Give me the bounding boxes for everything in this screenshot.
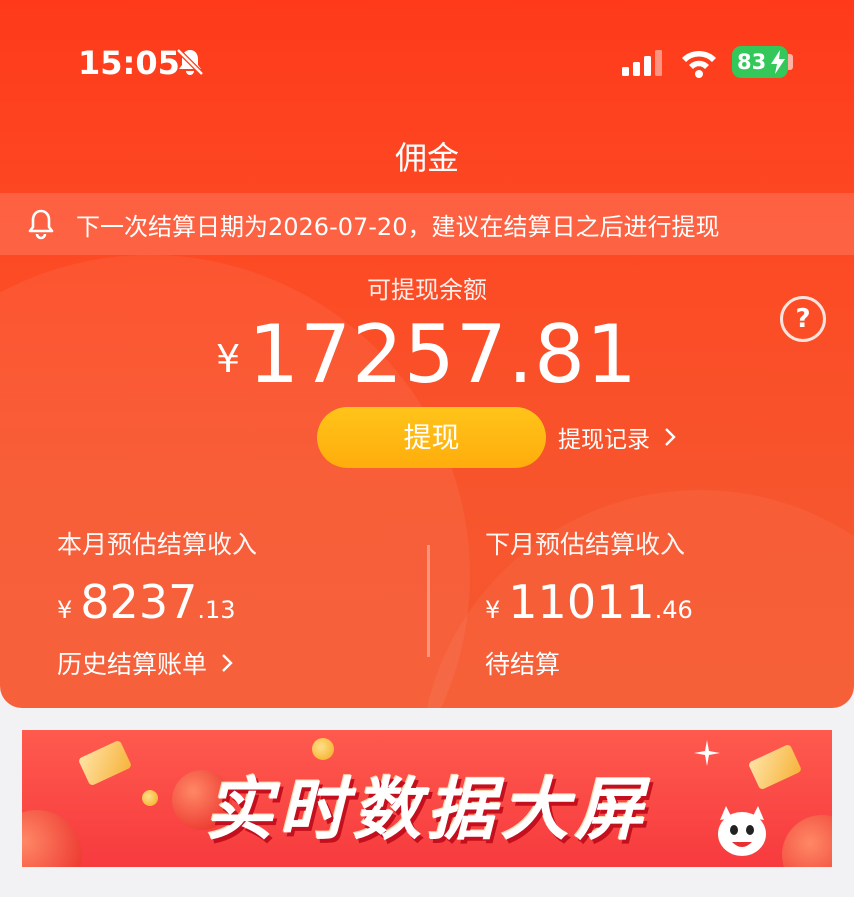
realtime-dashboard-banner[interactable]: 实时数据大屏 [22,730,832,867]
this-month-estimate: 本月预估结算收入 ¥8237.13 历史结算账单 [57,525,257,681]
this-month-decimal: .13 [197,596,236,624]
this-month-integer: 8237 [80,575,198,629]
battery-cap [788,54,793,70]
mascot-icon [718,806,766,856]
status-time: 15:05 [78,44,180,82]
history-bills-label: 历史结算账单 [57,650,208,679]
withdrawable-balance: ¥17257.81 [0,308,854,401]
balance-label: 可提现余额 [367,276,487,304]
balance-amount: 17257.81 [248,308,638,401]
next-month-integer: 11011 [508,575,655,629]
this-month-currency: ¥ [57,596,73,624]
next-month-currency: ¥ [485,596,501,624]
history-bills-link[interactable]: 历史结算账单 [57,645,257,681]
withdraw-record-label: 提现记录 [558,427,650,453]
bell-muted-icon [176,48,204,76]
commission-header-panel: 15:05 83 佣金 下一次结算日期为2026-07-20，建议在结算日之后进… [0,0,854,708]
banner-title: 实时数据大屏 [204,771,649,850]
withdraw-button[interactable]: 提现 [317,407,546,468]
next-month-label: 下月预估结算收入 [485,530,686,559]
settlement-notice-bar: 下一次结算日期为2026-07-20，建议在结算日之后进行提现 [0,193,854,255]
charging-bolt-icon [771,50,785,74]
wifi-icon [682,50,716,78]
next-month-decimal: .46 [654,596,693,624]
column-divider [427,545,430,657]
next-month-estimate: 下月预估结算收入 ¥11011.46 待结算 [485,525,693,681]
status-bar: 15:05 83 [0,0,854,120]
this-month-amount: ¥8237.13 [57,575,257,635]
battery-level: 83 [737,50,767,74]
pending-settlement-label: 待结算 [485,650,561,679]
balance-currency: ¥ [216,337,241,381]
chevron-right-icon [665,428,676,446]
next-month-amount: ¥11011.46 [485,575,693,635]
bell-icon [28,209,54,240]
cellular-signal-icon [622,50,662,76]
page-title: 佣金 [394,139,459,177]
pending-settlement-link[interactable]: 待结算 [485,645,693,681]
this-month-label: 本月预估结算收入 [57,530,258,559]
withdraw-record-link[interactable]: 提现记录 [558,420,676,454]
notice-text: 下一次结算日期为2026-07-20，建议在结算日之后进行提现 [76,212,720,241]
chevron-right-icon [222,654,233,672]
